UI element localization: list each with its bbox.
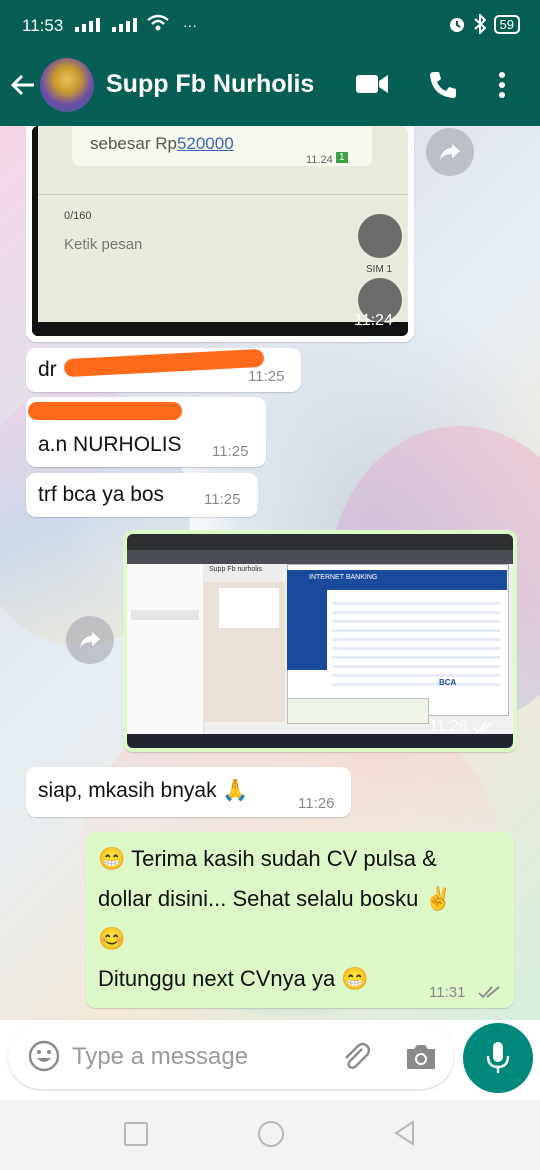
message-text-line: dollar disini... Sehat selalu bosku ✌	[98, 886, 452, 911]
wifi-icon	[147, 14, 169, 31]
bluetooth-icon	[473, 14, 486, 34]
message-image-outgoing[interactable]: Supp Fb nurholis INTERNET BANKING BCA 11…	[123, 530, 517, 752]
photo-char-counter: 0/160	[64, 210, 92, 222]
message-incoming[interactable]: a.n NURHOLIS 11:25	[26, 397, 266, 467]
camera-button[interactable]	[404, 1043, 438, 1076]
mic-button[interactable]	[463, 1023, 533, 1093]
message-time: 11:26	[298, 795, 335, 812]
photo-placeholder: Ketik pesan	[64, 236, 143, 253]
message-time: 11:26	[429, 718, 468, 735]
message-text-line: Ditunggu next CVnya ya 😁	[98, 966, 369, 991]
message-time: 11:25	[204, 491, 241, 508]
message-text: trf bca ya bos	[38, 483, 165, 506]
home-button[interactable]	[258, 1121, 284, 1147]
battery-indicator: 59	[493, 14, 520, 34]
more-vert-icon	[499, 72, 505, 98]
chat-header: Supp Fb Nurholis	[0, 52, 540, 126]
phone-icon	[430, 72, 456, 98]
video-camera-icon	[356, 75, 388, 93]
microphone-icon	[486, 1042, 510, 1073]
voice-call-button[interactable]	[428, 70, 458, 105]
back-nav-icon[interactable]	[393, 1120, 417, 1146]
photo-text-line: sebesar Rp520000	[90, 134, 234, 153]
emoji-icon	[28, 1040, 60, 1072]
message-input[interactable]: Type a message	[8, 1023, 454, 1089]
photo-page-title: INTERNET BANKING	[309, 574, 378, 581]
back-button[interactable]	[8, 70, 38, 105]
message-time: 11:25	[248, 368, 285, 385]
message-image-incoming[interactable]: sebesar Rp520000 11.24 1 0/160 Ketik pes…	[26, 126, 414, 342]
paperclip-icon	[345, 1042, 371, 1069]
message-text-line: 😁 Terima kasih sudah CV pulsa &	[98, 846, 437, 871]
arrow-back-icon	[10, 74, 34, 96]
attach-button[interactable]	[340, 1041, 372, 1078]
message-time: 11:31	[429, 984, 466, 1001]
message-text-line: 😊	[98, 926, 126, 951]
message-time: 11:24	[354, 312, 393, 329]
message-outgoing[interactable]: 😁 Terima kasih sudah CV pulsa & dollar d…	[86, 832, 514, 1008]
message-input-placeholder: Type a message	[72, 1043, 249, 1070]
forward-button[interactable]	[66, 616, 114, 664]
photo-msg-time: 11.24	[306, 154, 333, 166]
system-nav-bar	[0, 1100, 540, 1170]
photo-bank-label: BCA	[439, 678, 457, 687]
alarm-icon	[449, 18, 464, 32]
status-bar: 11:53 ··· 59	[0, 0, 540, 52]
video-call-button[interactable]	[355, 72, 389, 101]
message-composer: Type a message	[0, 1020, 540, 1100]
double-check-icon	[478, 986, 500, 999]
contact-name[interactable]: Supp Fb Nurholis	[106, 70, 314, 99]
photo-sim-label: SIM 1	[366, 264, 393, 275]
message-incoming[interactable]: siap, mkasih bnyak 🙏 11:26	[26, 767, 351, 817]
forward-icon	[440, 144, 460, 160]
photo-thumbnail[interactable]: Supp Fb nurholis INTERNET BANKING BCA 11…	[127, 534, 513, 748]
recents-button[interactable]	[124, 1122, 148, 1146]
photo-msg-badge: 1	[336, 152, 348, 163]
double-check-icon	[473, 722, 493, 734]
photo-chat-title: Supp Fb nurholis	[209, 566, 262, 573]
message-text: siap, mkasih bnyak 🙏	[38, 779, 249, 802]
chat-area[interactable]: sebesar Rp520000 11.24 1 0/160 Ketik pes…	[0, 126, 540, 1020]
redaction-mark	[28, 402, 182, 420]
status-more: ···	[183, 17, 197, 33]
message-text: a.n NURHOLIS	[38, 433, 182, 456]
message-time: 11:25	[212, 443, 249, 460]
signal-icon: ···	[75, 14, 197, 33]
camera-icon	[407, 1045, 435, 1069]
more-options-button[interactable]	[497, 70, 507, 105]
photo-thumbnail[interactable]: sebesar Rp520000 11.24 1 0/160 Ketik pes…	[32, 126, 408, 336]
message-text: dr	[38, 358, 57, 381]
message-incoming[interactable]: dr 11:25	[26, 348, 301, 392]
message-incoming[interactable]: trf bca ya bos 11:25	[26, 473, 258, 517]
forward-icon	[80, 632, 100, 648]
emoji-button[interactable]	[28, 1040, 60, 1077]
contact-avatar[interactable]	[40, 58, 94, 112]
redaction-mark	[63, 348, 265, 378]
status-time: 11:53	[22, 16, 64, 35]
forward-button[interactable]	[426, 128, 474, 176]
